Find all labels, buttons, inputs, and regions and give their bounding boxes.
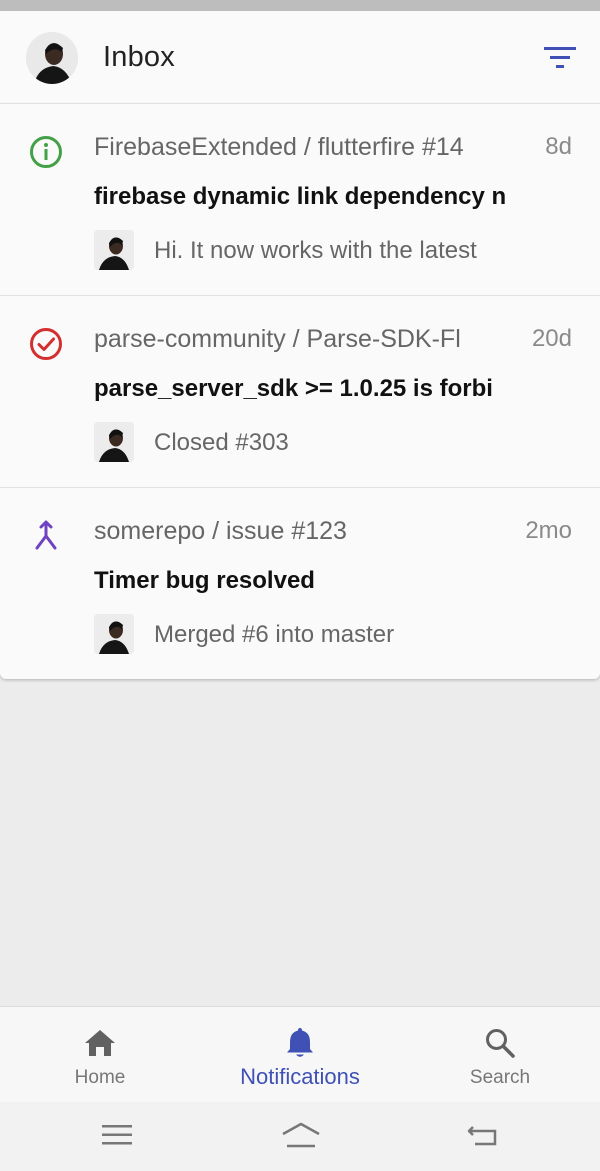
notification-subject: Timer bug resolved xyxy=(94,567,315,594)
home-icon xyxy=(82,1025,118,1061)
bottom-navigation: Home Notifications Search xyxy=(0,1006,600,1102)
repo-name: somerepo / issue #123 xyxy=(94,517,347,545)
nav-label-home: Home xyxy=(74,1067,126,1088)
notification-item[interactable]: parse-community / Parse-SDK-Fl 20d parse… xyxy=(0,296,600,488)
nav-item-home[interactable]: Home xyxy=(0,1007,200,1102)
nav-label-notifications: Notifications xyxy=(240,1064,360,1089)
timestamp: 20d xyxy=(531,325,572,352)
notification-subject: firebase dynamic link dependency n xyxy=(94,183,507,210)
app-bar: Inbox xyxy=(0,11,600,103)
home-outline-icon[interactable] xyxy=(281,1120,321,1150)
filter-icon xyxy=(544,47,576,68)
avatar xyxy=(94,422,134,462)
notification-list: FirebaseExtended / flutterfire #14 8d fi… xyxy=(0,104,600,679)
nav-item-notifications[interactable]: Notifications xyxy=(200,1007,400,1102)
user-avatar-icon xyxy=(94,422,134,462)
avatar xyxy=(94,614,134,654)
back-icon[interactable] xyxy=(466,1120,500,1150)
merge-icon xyxy=(28,518,64,554)
filter-button[interactable] xyxy=(540,42,580,74)
bell-icon xyxy=(282,1025,318,1061)
notification-item[interactable]: somerepo / issue #123 2mo Timer bug reso… xyxy=(0,488,600,679)
notification-subject: parse_server_sdk >= 1.0.25 is forbi xyxy=(94,375,493,402)
avatar[interactable] xyxy=(26,32,78,84)
check-circle-icon xyxy=(28,326,64,362)
user-avatar-icon xyxy=(94,230,134,270)
notification-snippet: Closed #303 xyxy=(154,429,289,456)
nav-item-search[interactable]: Search xyxy=(400,1007,600,1102)
page-title: Inbox xyxy=(103,41,175,73)
search-icon xyxy=(482,1025,518,1061)
notification-snippet: Hi. It now works with the latest xyxy=(154,237,477,264)
timestamp: 8d xyxy=(545,133,572,160)
avatar xyxy=(94,230,134,270)
notification-item[interactable]: FirebaseExtended / flutterfire #14 8d fi… xyxy=(0,104,600,296)
system-navigation-bar xyxy=(0,1102,600,1171)
timestamp: 2mo xyxy=(525,517,572,544)
repo-name: FirebaseExtended / flutterfire #14 xyxy=(94,133,464,161)
info-circle-icon xyxy=(28,134,64,170)
user-avatar-icon xyxy=(94,614,134,654)
notification-snippet: Merged #6 into master xyxy=(154,621,395,648)
repo-name: parse-community / Parse-SDK-Fl xyxy=(94,325,461,353)
user-avatar-icon xyxy=(26,32,78,84)
menu-icon[interactable] xyxy=(100,1120,134,1150)
nav-label-search: Search xyxy=(469,1067,531,1088)
status-bar xyxy=(0,0,600,11)
